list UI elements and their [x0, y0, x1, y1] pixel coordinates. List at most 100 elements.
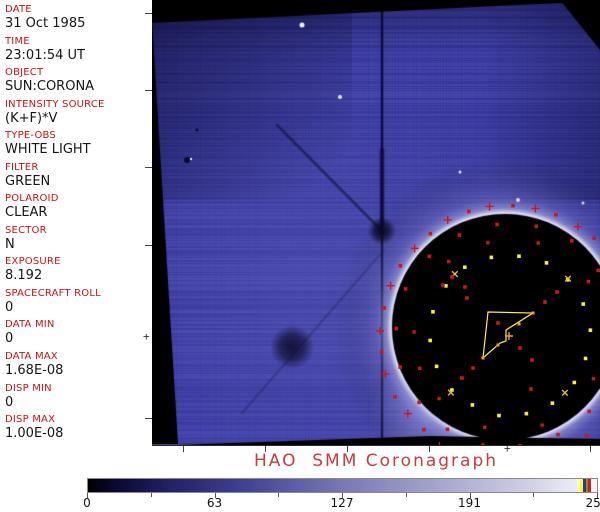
fiducial-dot — [417, 400, 421, 405]
colorbar-minor-tick — [533, 493, 535, 497]
annotation-overlay — [375, 202, 600, 445]
fiducial-dot — [572, 380, 577, 385]
annotation-color-stripe — [591, 479, 597, 492]
fiducial-plus — [381, 369, 390, 378]
meta-entry: POLAROID CLEAR — [5, 193, 147, 225]
colorbar-minor-tick — [278, 493, 280, 497]
fiducial-dot — [481, 443, 485, 445]
fiducial-plus — [386, 281, 395, 290]
coronagraph-image-view — [152, 0, 600, 446]
meta-value: 23:01:54 UT — [5, 47, 85, 63]
meta-value: 0 — [5, 394, 14, 410]
meta-value: 1.68E-08 — [5, 363, 64, 379]
axis-tick-left — [145, 418, 152, 419]
fiducial-dot — [540, 423, 544, 427]
meta-entry: SECTOR N — [5, 225, 147, 257]
fiducial-dot — [588, 328, 593, 332]
colorbar-label: 127 — [330, 496, 354, 510]
fiducial-dot — [496, 321, 500, 325]
axis-tick-left — [145, 13, 152, 14]
colorbar-label: 191 — [458, 496, 481, 510]
fiducial-dot — [417, 366, 422, 371]
meta-value: 1.00E-08 — [5, 426, 64, 442]
fiducial-dot — [445, 427, 450, 432]
meta-label: TIME — [5, 35, 30, 47]
meta-label: INTENSITY SOURCE — [5, 98, 105, 110]
fiducial-dot — [544, 261, 549, 265]
colorbar-annotation-stripes — [577, 479, 597, 492]
fiducial-dot — [489, 255, 494, 260]
contour-vertex-dot — [517, 322, 521, 326]
fiducial-dot — [586, 279, 591, 284]
meta-entry: DISP MAX 1.00E-08 — [5, 414, 147, 446]
fiducial-dot — [583, 356, 588, 361]
fiducial-dot — [441, 283, 445, 287]
meta-entry: DISP MIN 0 — [5, 383, 147, 415]
fiducial-dot — [465, 296, 469, 300]
fiducial-plus — [438, 441, 441, 445]
fiducial-dot — [556, 432, 560, 437]
fiducial-plus — [375, 326, 384, 335]
meta-value: (K+F)*V — [5, 110, 58, 126]
fiducial-dot — [511, 203, 515, 208]
fiducial-dot — [534, 224, 539, 229]
meta-label: SECTOR — [5, 224, 47, 236]
axis-tick-left — [145, 167, 152, 168]
colorbar-label: 255 — [585, 496, 600, 510]
colorbar-minor-tick — [405, 493, 407, 497]
fiducial-dot — [518, 346, 522, 350]
meta-entry: DATE 31 Oct 1985 — [5, 4, 147, 36]
fiducial-plus — [443, 215, 452, 224]
colorbar-gradient — [88, 479, 597, 492]
meta-label: FILTER — [5, 161, 39, 173]
meta-entry: FILTER GREEN — [5, 162, 147, 194]
smm-coronagraph-viewer: DATE 31 Oct 1985 TIME 23:01:54 UT OBJECT SUN:… — [0, 0, 600, 512]
colorbar-label: 0 — [83, 496, 91, 510]
fiducial-plus — [573, 222, 582, 231]
meta-label: DATA MAX — [5, 351, 58, 363]
meta-value: 0 — [5, 299, 14, 315]
meta-label: DATE — [5, 4, 32, 15]
fiducial-dot — [517, 254, 521, 259]
fiducial-dot — [379, 350, 384, 354]
meta-entry: OBJECT SUN:CORONA — [5, 67, 147, 99]
meta-label: SPACECRAFT ROLL — [5, 287, 101, 299]
meta-entry: DATA MIN 0 — [5, 319, 147, 351]
colorbar — [87, 478, 598, 493]
fiducial-x — [561, 389, 569, 397]
fiducial-plus — [485, 202, 494, 211]
image-title: HAO SMM Coronagraph — [253, 451, 499, 471]
fiducial-dot — [427, 254, 432, 259]
fiducial-dot — [437, 396, 441, 401]
fiducial-dot — [536, 241, 540, 245]
fiducial-dot — [581, 302, 586, 306]
contour-vertex-dot — [481, 356, 485, 360]
fiducial-dot — [471, 366, 475, 370]
metadata-panel: DATE 31 Oct 1985 TIME 23:01:54 UT OBJECT SUN:… — [5, 4, 147, 446]
fiducial-dot — [529, 387, 533, 391]
fiducial-dot — [555, 290, 559, 294]
fiducial-plus — [403, 409, 412, 418]
meta-value: CLEAR — [5, 205, 48, 221]
fiducial-dot — [569, 239, 574, 243]
fiducial-dot — [428, 231, 433, 236]
fiducial-dot — [470, 403, 475, 407]
fiducial-dot — [460, 376, 464, 380]
fiducial-dot — [463, 265, 467, 270]
colorbar-label: 63 — [206, 496, 223, 510]
meta-label: OBJECT — [5, 67, 44, 79]
meta-entry: TYPE-OBS WHITE LIGHT — [5, 130, 147, 162]
fiducial-dot — [382, 306, 386, 310]
fiducial-dot — [592, 236, 596, 240]
meta-value: 8.192 — [5, 268, 43, 284]
fiducial-dot — [394, 326, 399, 331]
fiducial-dot — [486, 241, 490, 245]
fiducial-dot — [587, 409, 592, 414]
fiducial-dot — [530, 358, 534, 362]
fiducial-plus — [410, 244, 419, 253]
meta-value: 31 Oct 1985 — [5, 16, 86, 31]
fiducial-dot — [497, 413, 501, 418]
fiducial-plus — [531, 204, 540, 213]
meta-label: DISP MIN — [5, 382, 52, 394]
fiducial-dot — [398, 365, 402, 369]
